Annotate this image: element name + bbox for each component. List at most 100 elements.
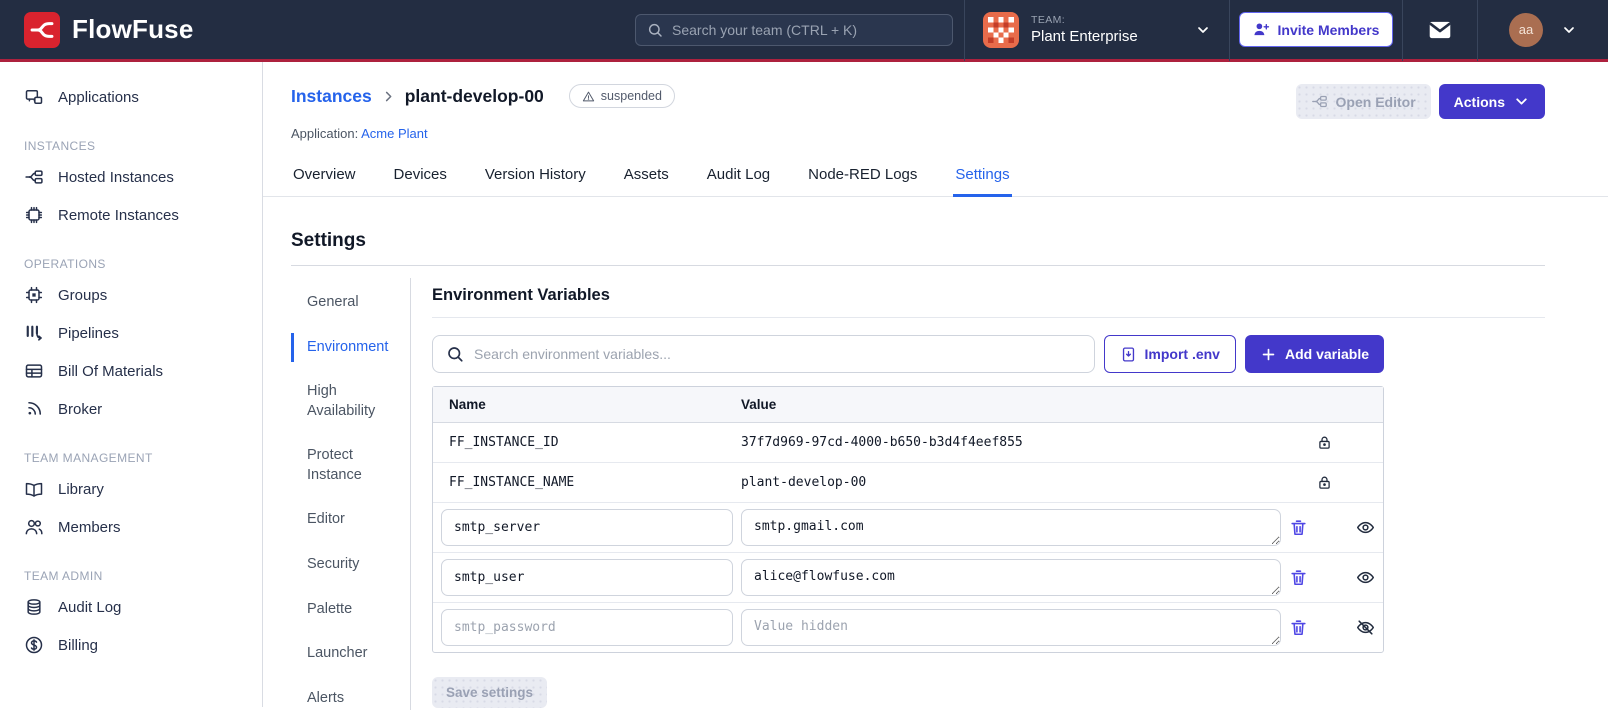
add-variable-button[interactable]: Add variable — [1244, 335, 1384, 373]
team-search[interactable] — [635, 13, 953, 46]
env-value-input[interactable] — [741, 609, 1281, 646]
eye-icon — [1356, 521, 1375, 534]
invite-members-button[interactable]: Invite Members — [1238, 12, 1394, 47]
toggle-visibility-button[interactable] — [1356, 568, 1375, 587]
invite-members-label: Invite Members — [1277, 21, 1380, 38]
env-value-input[interactable]: smtp.gmail.com — [741, 509, 1281, 546]
settings-nav-editor[interactable]: Editor — [291, 505, 410, 535]
chevron-down-icon — [1561, 22, 1577, 38]
toggle-visibility-button[interactable] — [1356, 618, 1375, 637]
instance-tabs: Overview Devices Version History Assets … — [263, 156, 1608, 197]
table-row — [433, 603, 1383, 652]
breadcrumb: Instances plant-develop-00 suspended — [291, 84, 675, 108]
open-editor-label: Open Editor — [1335, 93, 1416, 110]
search-icon — [648, 23, 662, 37]
tab-audit-log[interactable]: Audit Log — [705, 156, 772, 197]
user-menu[interactable]: aa — [1478, 12, 1608, 47]
team-search-input[interactable] — [672, 21, 941, 38]
sidebar-item-label: Audit Log — [58, 598, 122, 616]
settings-nav-environment[interactable]: Environment — [291, 332, 410, 363]
row-actions — [1281, 434, 1367, 451]
column-header-name: Name — [449, 397, 486, 412]
settings-nav-security[interactable]: Security — [291, 550, 410, 580]
team-meta: TEAM: Plant Enterprise — [1031, 14, 1183, 45]
application-label: Application: — [291, 126, 359, 141]
brand-name: FlowFuse — [72, 14, 194, 44]
sidebar-item-label: Bill Of Materials — [58, 362, 164, 380]
sidebar-item-bill-of-materials[interactable]: Bill Of Materials — [0, 352, 262, 390]
sidebar-item-label: Applications — [58, 88, 139, 106]
remote-instances-icon — [25, 206, 43, 224]
tab-version-history[interactable]: Version History — [483, 156, 588, 197]
row-actions — [1289, 518, 1375, 537]
env-value-input[interactable]: alice@flowfuse.com — [741, 559, 1281, 596]
sidebar-section-instances: INSTANCES — [24, 139, 96, 153]
env-var-name: FF_INSTANCE_ID — [449, 435, 559, 450]
env-name-input[interactable] — [441, 509, 733, 546]
delete-variable-button[interactable] — [1289, 518, 1308, 537]
settings-nav-alerts[interactable]: Alerts — [291, 684, 410, 710]
env-name-input[interactable] — [441, 609, 733, 646]
flowfuse-logo[interactable]: FlowFuse — [0, 11, 218, 48]
sidebar-item-pipelines[interactable]: Pipelines — [0, 314, 262, 352]
eye-off-icon — [1356, 620, 1375, 635]
sidebar-item-audit-log[interactable]: Audit Log — [0, 588, 262, 626]
team-switcher[interactable]: TEAM: Plant Enterprise — [965, 0, 1229, 61]
import-env-label: Import .env — [1144, 346, 1220, 362]
sidebar-item-groups[interactable]: Groups — [0, 276, 262, 314]
section-title: Environment Variables — [432, 286, 1545, 318]
settings-nav-protect-instance[interactable]: Protect Instance — [291, 441, 410, 490]
sidebar-item-applications[interactable]: Applications — [0, 78, 262, 116]
breadcrumb-instances-link[interactable]: Instances — [291, 86, 372, 107]
sidebar: Applications INSTANCES Hosted Instances … — [0, 62, 263, 707]
instance-name: plant-develop-00 — [404, 85, 544, 106]
delete-variable-button[interactable] — [1289, 618, 1308, 637]
lock-icon — [1318, 476, 1330, 489]
notifications-button[interactable] — [1403, 17, 1477, 43]
sidebar-item-hosted-instances[interactable]: Hosted Instances — [0, 158, 262, 196]
chevron-right-icon — [381, 89, 396, 104]
tab-node-red-logs[interactable]: Node-RED Logs — [806, 156, 919, 197]
sidebar-item-library[interactable]: Library — [0, 470, 262, 508]
env-search[interactable] — [432, 335, 1095, 373]
plus-icon — [1262, 348, 1275, 360]
main-content: Instances plant-develop-00 suspended Ope… — [263, 62, 1608, 710]
sidebar-item-label: Groups — [58, 286, 108, 304]
eye-icon — [1356, 571, 1375, 584]
delete-variable-button[interactable] — [1289, 568, 1308, 587]
application-line: Application: Acme Plant — [263, 119, 1608, 141]
save-settings-button[interactable]: Save settings — [432, 677, 548, 708]
env-var-value: plant-develop-00 — [741, 475, 867, 490]
sidebar-item-remote-instances[interactable]: Remote Instances — [0, 196, 262, 234]
sidebar-section-team-management: TEAM MANAGEMENT — [24, 451, 153, 465]
status-badge: suspended — [568, 84, 675, 108]
sidebar-item-members[interactable]: Members — [0, 508, 262, 546]
sidebar-item-billing[interactable]: Billing — [0, 626, 262, 664]
settings-nav-launcher[interactable]: Launcher — [291, 639, 410, 669]
mail-icon — [1429, 21, 1451, 38]
env-search-input[interactable] — [474, 346, 1081, 362]
table-row: alice@flowfuse.com — [433, 553, 1383, 603]
tab-overview[interactable]: Overview — [291, 156, 358, 197]
editor-icon — [1311, 95, 1327, 108]
import-env-button[interactable]: Import .env — [1103, 335, 1236, 373]
table-row: FF_INSTANCE_NAME plant-develop-00 — [433, 463, 1383, 503]
tab-settings[interactable]: Settings — [953, 156, 1012, 197]
tab-assets[interactable]: Assets — [622, 156, 671, 197]
settings-nav-palette[interactable]: Palette — [291, 595, 410, 625]
application-link[interactable]: Acme Plant — [361, 126, 427, 141]
sidebar-item-label: Remote Instances — [58, 206, 179, 224]
open-editor-button[interactable]: Open Editor — [1295, 84, 1431, 119]
sidebar-item-label: Broker — [58, 400, 103, 418]
toggle-visibility-button[interactable] — [1356, 518, 1375, 537]
settings-nav-high-availability[interactable]: High Availability — [291, 377, 410, 426]
add-variable-label: Add variable — [1284, 346, 1369, 362]
settings-nav-general[interactable]: General — [291, 288, 410, 318]
env-name-input[interactable] — [441, 559, 733, 596]
tab-devices[interactable]: Devices — [392, 156, 449, 197]
lock-icon — [1318, 436, 1330, 449]
actions-button[interactable]: Actions — [1438, 84, 1545, 119]
sidebar-item-broker[interactable]: Broker — [0, 390, 262, 428]
search-icon — [448, 347, 463, 362]
person-plus-icon — [1253, 23, 1269, 36]
